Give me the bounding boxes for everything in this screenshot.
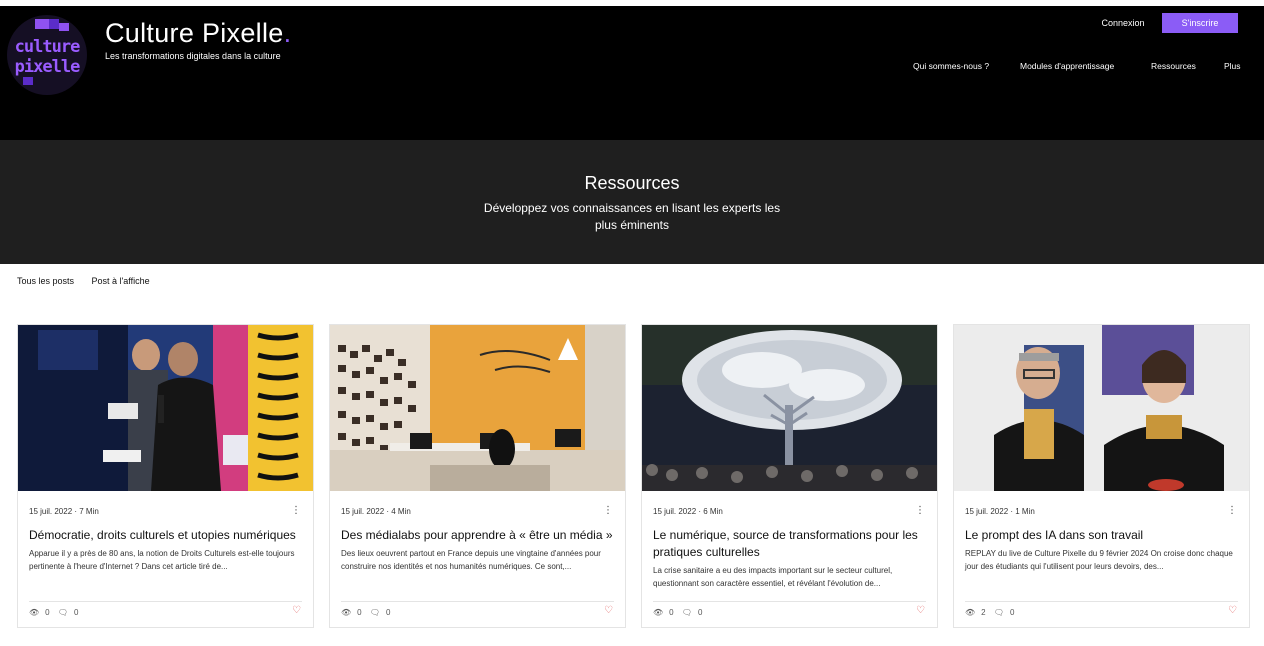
divider xyxy=(653,601,926,602)
eye-icon: 👁 xyxy=(341,608,352,617)
comment-icon: 🗨 xyxy=(369,608,380,617)
logo-pixel xyxy=(59,23,69,31)
post-title[interactable]: Des médialabs pour apprendre à « être un… xyxy=(341,527,615,544)
post-meta: 15 juil. 2022 · 6 Min xyxy=(653,507,723,516)
divider xyxy=(965,601,1238,602)
post-title[interactable]: Le prompt des IA dans son travail xyxy=(965,527,1239,544)
nav-item-more[interactable]: Plus xyxy=(1224,61,1241,71)
eye-icon: 👁 xyxy=(29,608,40,617)
heart-icon[interactable]: ♡ xyxy=(1228,605,1237,616)
post-excerpt: REPLAY du live de Culture Pixelle du 9 f… xyxy=(965,549,1233,571)
post-title[interactable]: Le numérique, source de transformations … xyxy=(653,527,927,561)
hero-subtitle: Développez vos connaissances en lisant l… xyxy=(483,201,781,232)
post-cover-image xyxy=(330,325,625,491)
post-stats: 👁 0 🗨 0 xyxy=(29,608,84,617)
post-title[interactable]: Démocratie, droits culturels et utopies … xyxy=(29,527,303,544)
logo[interactable]: culture pixelle xyxy=(7,15,87,95)
post-card[interactable]: 15 juil. 2022 · 6 Min ⋮ Le numérique, so… xyxy=(641,324,938,628)
divider xyxy=(341,601,614,602)
view-count: 0 xyxy=(669,608,674,617)
site-title[interactable]: Culture Pixelle. xyxy=(105,18,291,49)
post-stats: 👁 2 🗨 0 xyxy=(965,608,1020,617)
logo-text-top: culture xyxy=(14,37,81,57)
post-card[interactable]: 15 juil. 2022 · 1 Min ⋮ Le prompt des IA… xyxy=(953,324,1250,628)
heart-icon[interactable]: ♡ xyxy=(916,605,925,616)
view-count: 2 xyxy=(981,608,986,617)
post-cover-image[interactable] xyxy=(330,325,625,491)
site-title-dot: . xyxy=(283,18,292,48)
post-card[interactable]: 15 juil. 2022 · 7 Min ⋮ Démocratie, droi… xyxy=(17,324,314,628)
logo-pixel xyxy=(35,19,49,29)
post-excerpt: Des lieux oeuvrent partout en France dep… xyxy=(341,549,601,571)
eye-icon: 👁 xyxy=(653,608,664,617)
divider xyxy=(29,601,302,602)
hero-banner: Ressources Développez vos connaissances … xyxy=(0,140,1264,264)
tab-all-posts[interactable]: Tous les posts xyxy=(17,276,74,286)
post-excerpt: Apparue il y a près de 80 ans, la notion… xyxy=(29,549,295,571)
more-vertical-icon[interactable]: ⋮ xyxy=(603,505,613,516)
eye-icon: 👁 xyxy=(965,608,976,617)
logo-pixel xyxy=(23,77,33,85)
view-count: 0 xyxy=(45,608,50,617)
post-card[interactable]: 15 juil. 2022 · 4 Min ⋮ Des médialabs po… xyxy=(329,324,626,628)
comment-count: 0 xyxy=(74,608,79,617)
comment-icon: 🗨 xyxy=(993,608,1004,617)
post-excerpt: La crise sanitaire a eu des impacts impo… xyxy=(653,566,893,588)
post-cover-image[interactable] xyxy=(954,325,1249,491)
logo-text-bottom: pixelle xyxy=(14,57,81,77)
post-cover-image xyxy=(18,325,313,491)
post-stats: 👁 0 🗨 0 xyxy=(653,608,708,617)
heart-icon[interactable]: ♡ xyxy=(292,605,301,616)
post-tabs: Tous les posts Post à l'affiche xyxy=(17,276,165,286)
more-vertical-icon[interactable]: ⋮ xyxy=(915,505,925,516)
post-meta: 15 juil. 2022 · 4 Min xyxy=(341,507,411,516)
comment-count: 0 xyxy=(698,608,703,617)
site-tagline: Les transformations digitales dans la cu… xyxy=(105,51,281,61)
nav-item-modules[interactable]: Modules d'apprentissage xyxy=(1020,61,1114,71)
more-vertical-icon[interactable]: ⋮ xyxy=(1227,505,1237,516)
view-count: 0 xyxy=(357,608,362,617)
hero-title: Ressources xyxy=(584,173,680,193)
post-meta: 15 juil. 2022 · 1 Min xyxy=(965,507,1035,516)
site-title-text: Culture Pixelle xyxy=(105,18,284,48)
comment-count: 0 xyxy=(386,608,391,617)
site-header: culture pixelle Culture Pixelle. Les tra… xyxy=(0,6,1264,140)
logo-pixel xyxy=(49,19,59,29)
tab-featured[interactable]: Post à l'affiche xyxy=(92,276,150,286)
post-stats: 👁 0 🗨 0 xyxy=(341,608,396,617)
nav-item-resources[interactable]: Ressources xyxy=(1151,61,1196,71)
comment-icon: 🗨 xyxy=(681,608,692,617)
more-vertical-icon[interactable]: ⋮ xyxy=(291,505,301,516)
post-meta: 15 juil. 2022 · 7 Min xyxy=(29,507,99,516)
post-cover-image xyxy=(954,325,1249,491)
comment-icon: 🗨 xyxy=(57,608,68,617)
post-cover-image[interactable] xyxy=(18,325,313,491)
nav-item-about[interactable]: Qui sommes-nous ? xyxy=(913,61,989,71)
post-cover-image[interactable] xyxy=(642,325,937,491)
post-cover-image xyxy=(642,325,937,491)
signup-button[interactable]: S'inscrire xyxy=(1162,13,1238,33)
heart-icon[interactable]: ♡ xyxy=(604,605,613,616)
comment-count: 0 xyxy=(1010,608,1015,617)
login-link[interactable]: Connexion xyxy=(1093,18,1153,28)
